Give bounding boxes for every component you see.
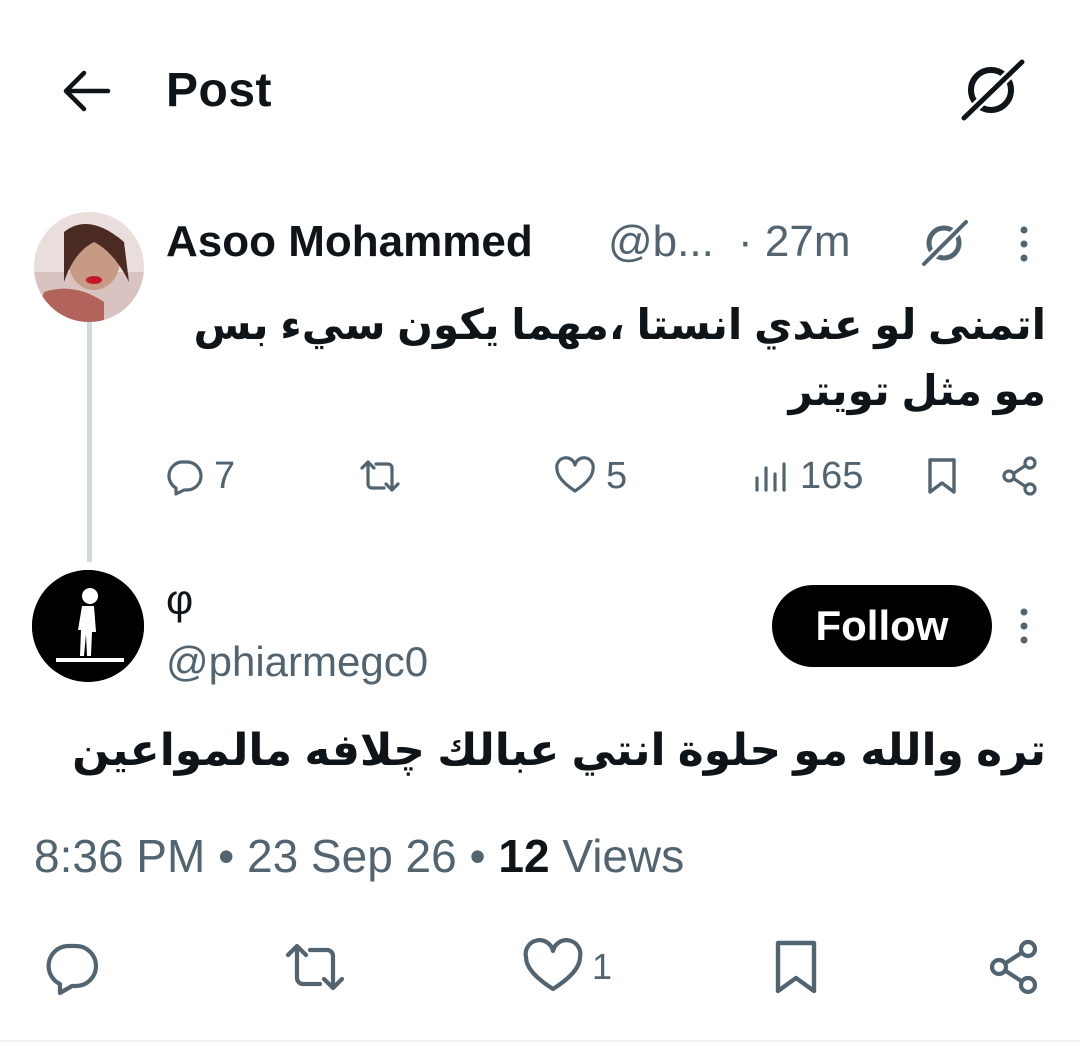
retweet-button[interactable]: [356, 448, 404, 504]
bookmark-button[interactable]: [768, 934, 824, 1000]
share-icon: [998, 454, 1042, 498]
reply-icon: [164, 456, 204, 496]
bar-chart-icon: [752, 456, 790, 496]
avatar[interactable]: [34, 212, 144, 322]
separator-dot: •: [469, 830, 499, 882]
page-title: Post: [166, 64, 273, 117]
share-button[interactable]: [984, 934, 1044, 1000]
more-options-icon[interactable]: [1010, 222, 1038, 266]
author-name[interactable]: φ: [166, 574, 193, 626]
like-button[interactable]: 5: [554, 448, 627, 504]
share-icon: [984, 937, 1044, 997]
reply-icon: [42, 938, 102, 996]
post-text: تره والله مو حلوة انتي عبالك چلافه مالمو…: [72, 726, 1046, 775]
avatar[interactable]: [32, 570, 144, 682]
thread-line: [87, 322, 92, 562]
separator-dot: •: [218, 830, 247, 882]
retweet-icon: [280, 938, 350, 996]
views-count: 12: [498, 830, 550, 882]
post-text: اتمنى لو عندي انستا ،مهما يكون سيء بس مو…: [193, 301, 1046, 414]
heart-icon: [554, 456, 596, 496]
reply-button[interactable]: [42, 934, 102, 1000]
post-time[interactable]: 8:36 PM: [34, 830, 205, 882]
reply-button[interactable]: 7: [164, 448, 235, 504]
more-options-icon[interactable]: [1010, 604, 1038, 648]
bookmark-icon: [768, 937, 824, 997]
heart-icon: [522, 938, 584, 996]
follow-button[interactable]: Follow: [772, 585, 992, 667]
retweet-icon: [356, 456, 404, 496]
share-button[interactable]: [998, 448, 1042, 504]
like-count: 1: [592, 946, 613, 987]
reply-count: 7: [214, 454, 236, 497]
author-handle[interactable]: @phiarmegc0: [166, 634, 428, 690]
author-name[interactable]: Asoo Mohammed: [166, 214, 533, 270]
like-count: 5: [606, 454, 628, 497]
bookmark-icon: [922, 455, 962, 497]
author-handle[interactable]: @b...: [608, 214, 714, 270]
grok-icon[interactable]: [918, 216, 972, 268]
post-date[interactable]: 23 Sep 26: [247, 830, 457, 882]
retweet-button[interactable]: [280, 934, 350, 1000]
views-label: Views: [562, 830, 685, 882]
views-button[interactable]: 165: [752, 448, 863, 504]
views-count: 165: [800, 454, 864, 497]
grok-icon[interactable]: [958, 56, 1028, 122]
bookmark-button[interactable]: [922, 448, 962, 504]
like-button[interactable]: 1: [522, 934, 612, 1000]
divider: [0, 1040, 1080, 1042]
post-meta: 8:36 PM • 23 Sep 26 • 12 Views: [34, 826, 684, 886]
back-arrow-icon[interactable]: [62, 68, 112, 114]
post-time[interactable]: · 27m: [738, 214, 850, 270]
